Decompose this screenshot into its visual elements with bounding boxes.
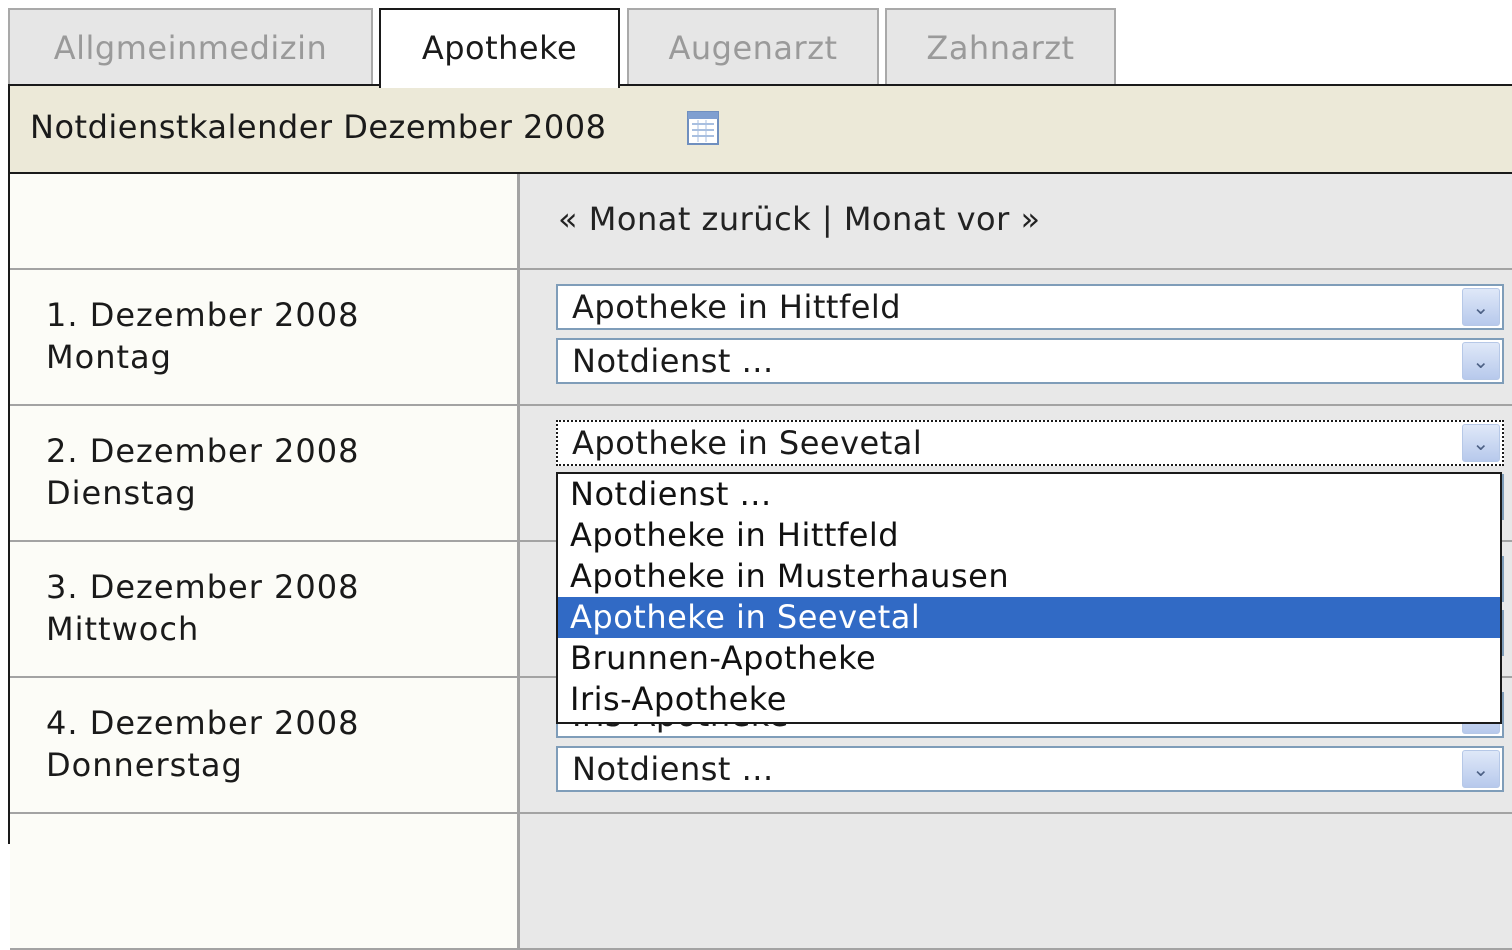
date-cell: 3. Dezember 2008 Mittwoch [10,542,520,676]
date-label: 4. Dezember 2008 Donnerstag [46,702,359,786]
nav-empty-cell [10,174,520,268]
chevron-down-icon[interactable]: ⌄ [1462,424,1500,462]
date: 2. Dezember 2008 [46,432,360,470]
weekday: Donnerstag [46,746,243,784]
chevron-down-icon[interactable]: ⌄ [1462,288,1500,326]
date-cell: 1. Dezember 2008 Montag [10,270,520,404]
tab-allgemeinmedizin[interactable]: Allgmeinmedizin [8,8,373,84]
day-row: 1. Dezember 2008 Montag Apotheke in Hitt… [10,270,1512,406]
date: 3. Dezember 2008 [46,568,360,606]
weekday: Mittwoch [46,610,200,648]
chevron-down-icon[interactable]: ⌄ [1462,750,1500,788]
prev-month-link[interactable]: « Monat zurück [558,200,811,238]
calendar-icon[interactable] [684,108,724,148]
weekday: Dienstag [46,474,197,512]
chevron-down-icon[interactable]: ⌄ [1462,342,1500,380]
date-label: 2. Dezember 2008 Dienstag [46,430,359,514]
select-cell: Apotheke in Hittfeld ⌄ Notdienst ... ⌄ [520,270,1512,404]
pharmacy-select-1[interactable]: Apotheke in Hittfeld ⌄ [556,284,1504,330]
pharmacy-select-2[interactable]: Notdienst ... ⌄ [556,338,1504,384]
tab-zahnarzt[interactable]: Zahnarzt [885,8,1116,84]
next-month-link[interactable]: Monat vor » [844,200,1041,238]
month-nav-row: « Monat zurück | Monat vor » [10,174,1512,270]
nav-cell: « Monat zurück | Monat vor » [520,174,1512,268]
pharmacy-select-1[interactable]: Apotheke in Seevetal ⌄ [556,420,1504,466]
date-label: 1. Dezember 2008 Montag [46,294,359,378]
tab-augenarzt[interactable]: Augenarzt [627,8,879,84]
date-cell: 4. Dezember 2008 Donnerstag [10,678,520,812]
tab-apotheke[interactable]: Apotheke [379,8,620,88]
pharmacy-dropdown-list[interactable]: Notdienst ... Apotheke in Hittfeld Apoth… [556,472,1502,724]
calendar-header: Notdienstkalender Dezember 2008 [10,86,1512,174]
nav-separator: | [821,200,834,238]
calendar-panel: Notdienstkalender Dezember 2008 « Monat … [8,84,1512,950]
dropdown-option[interactable]: Notdienst ... [558,474,1500,515]
date-label: 3. Dezember 2008 Mittwoch [46,566,359,650]
dropdown-option[interactable]: Brunnen-Apotheke [558,638,1500,679]
select-value: Notdienst ... [572,342,774,380]
select-value: Apotheke in Seevetal [572,424,923,462]
dropdown-option[interactable]: Apotheke in Musterhausen [558,556,1500,597]
dropdown-option-selected[interactable]: Apotheke in Seevetal [558,597,1500,638]
date-cell: 2. Dezember 2008 Dienstag [10,406,520,540]
dropdown-option[interactable]: Iris-Apotheke [558,679,1500,720]
day-row [10,814,1512,950]
month-nav: « Monat zurück | Monat vor » [558,200,1041,238]
select-value: Apotheke in Hittfeld [572,288,902,326]
calendar-title: Notdienstkalender Dezember 2008 [30,108,607,146]
date: 1. Dezember 2008 [46,296,360,334]
select-cell [520,814,1512,948]
tab-bar: Allgmeinmedizin Apotheke Augenarzt Zahna… [0,0,1512,88]
pharmacy-select-2[interactable]: Notdienst ... ⌄ [556,746,1504,792]
date: 4. Dezember 2008 [46,704,360,742]
select-value: Notdienst ... [572,750,774,788]
weekday: Montag [46,338,172,376]
date-cell [10,814,520,948]
dropdown-option[interactable]: Apotheke in Hittfeld [558,515,1500,556]
